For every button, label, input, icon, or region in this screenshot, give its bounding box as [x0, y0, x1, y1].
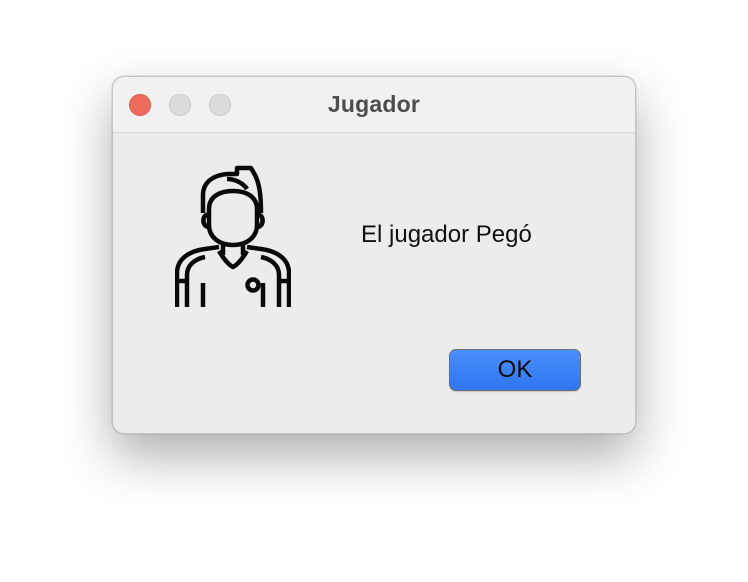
title-bar[interactable]: Jugador: [113, 77, 635, 133]
ok-button[interactable]: OK: [449, 349, 581, 391]
dialog-window: Jugador El jugador Pegó OK: [112, 76, 636, 434]
football-player-icon: [175, 165, 291, 307]
dialog-content: El jugador Pegó OK: [113, 133, 635, 433]
window-title: Jugador: [327, 91, 421, 117]
dialog-message: El jugador Pegó: [361, 221, 532, 248]
